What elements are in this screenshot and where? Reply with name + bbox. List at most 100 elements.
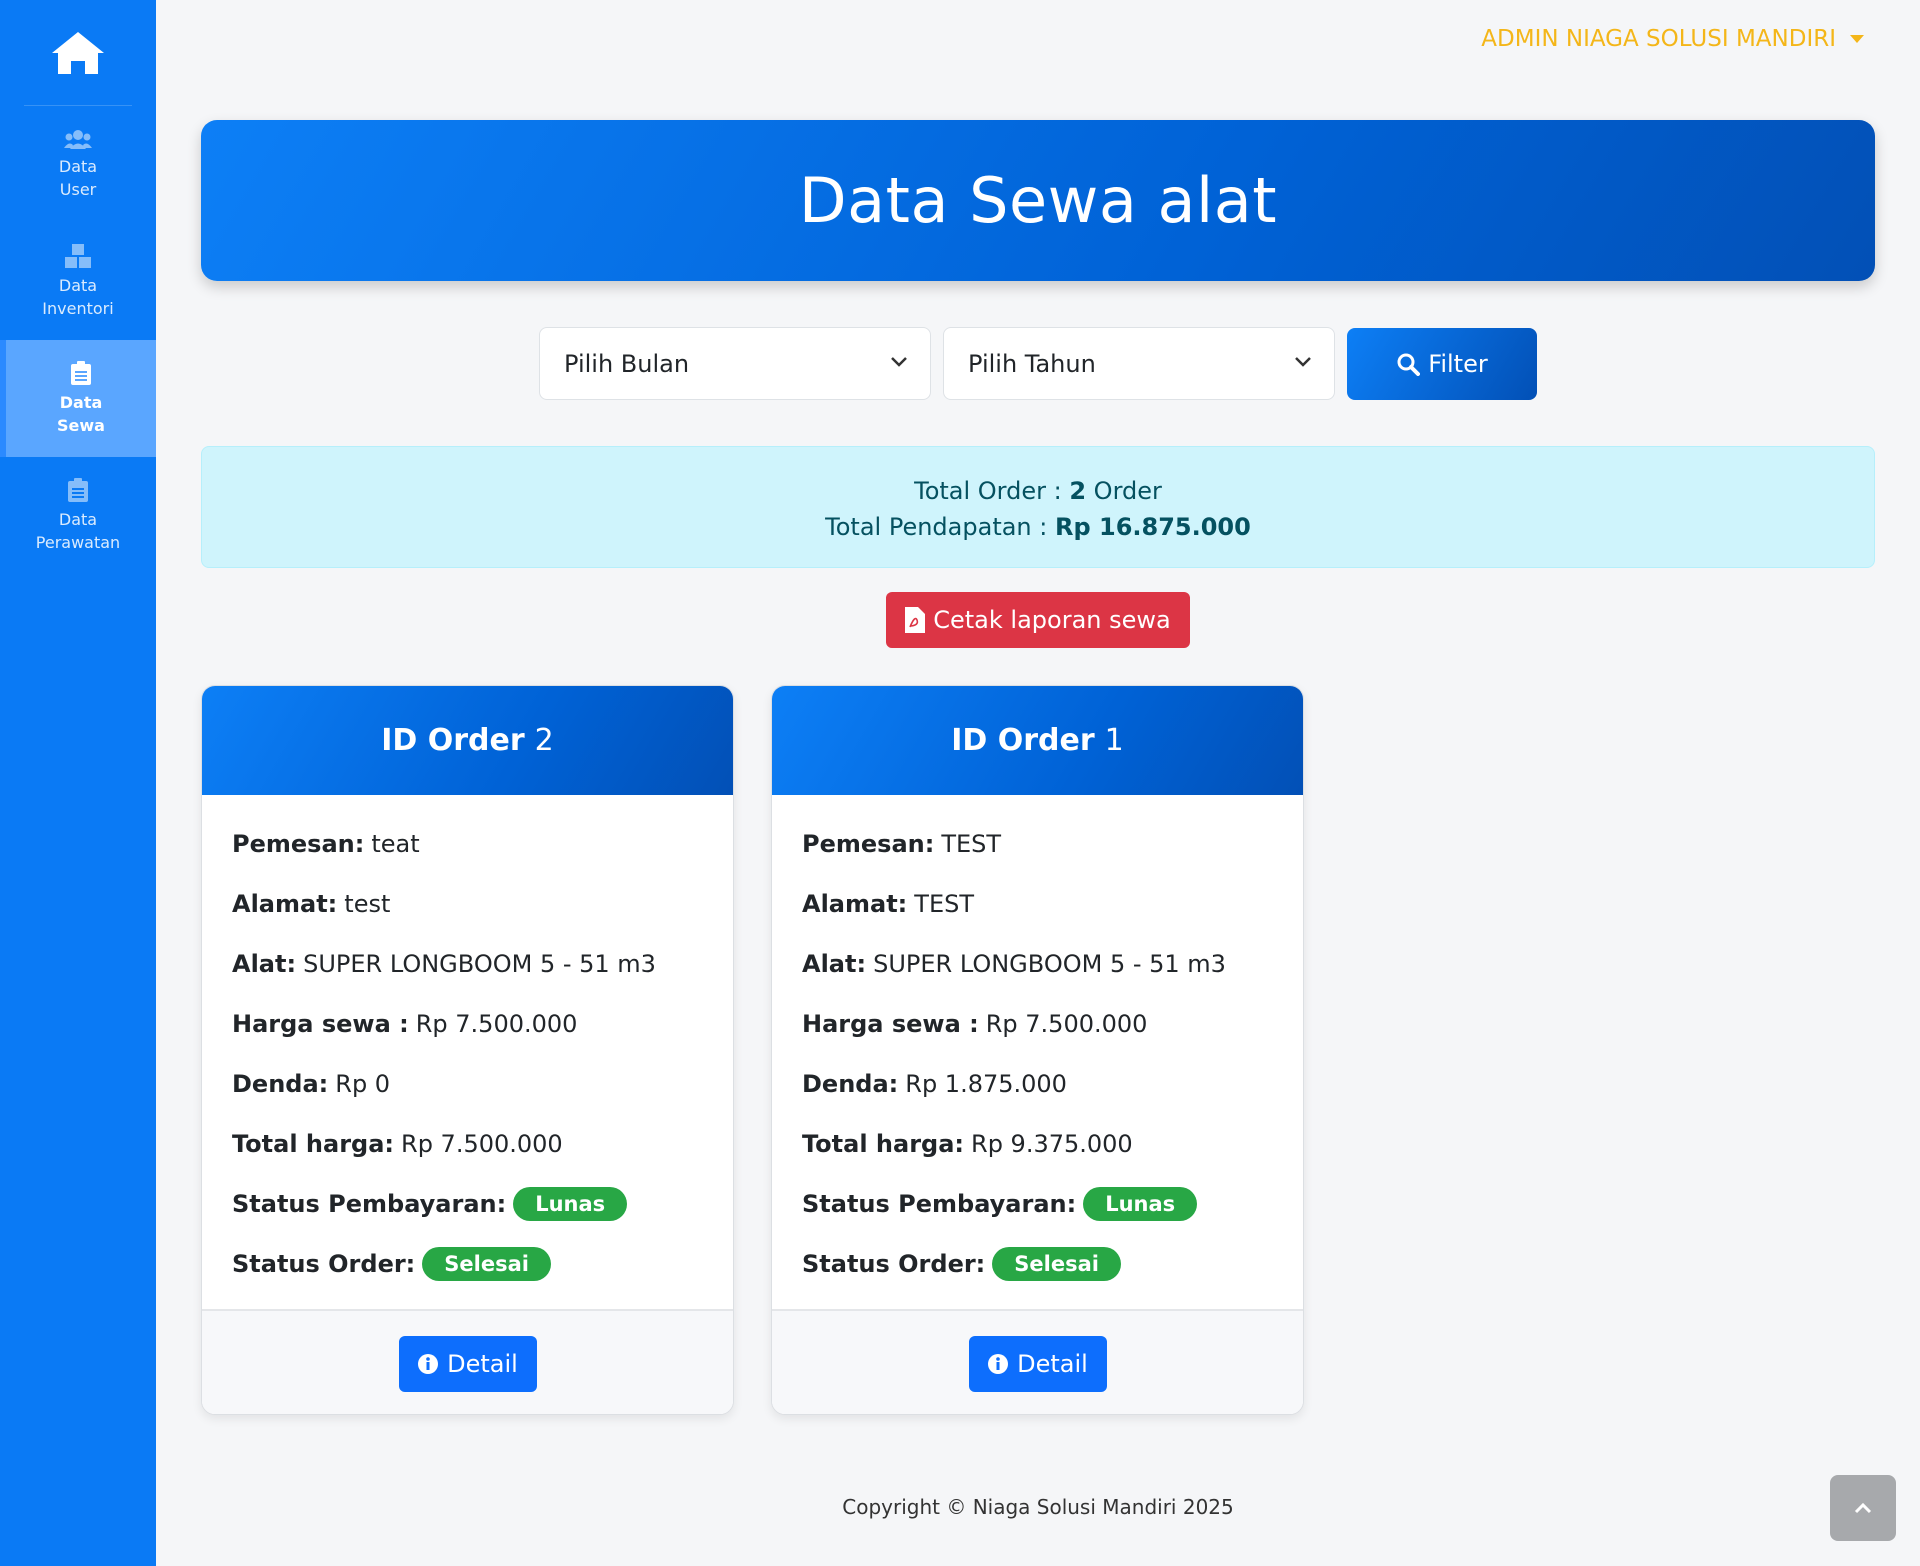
detail-button[interactable]: Detail xyxy=(398,1335,537,1392)
order-denda: Denda: Rp 0 xyxy=(232,1067,703,1101)
scroll-to-top-button[interactable] xyxy=(1830,1475,1896,1541)
chevron-down-icon xyxy=(1295,357,1311,367)
sidebar-item-data-perawatan[interactable]: Data Perawatan xyxy=(0,457,156,574)
filter-button[interactable]: Filter xyxy=(1347,328,1537,400)
field-label: Total harga: xyxy=(802,1130,965,1158)
detail-button-label: Detail xyxy=(447,1349,518,1378)
print-report-button[interactable]: Cetak laporan sewa xyxy=(886,592,1190,648)
page-title: Data Sewa alat xyxy=(798,164,1278,237)
field-label: Denda: xyxy=(802,1070,899,1098)
order-id-label: ID Order xyxy=(951,723,1095,758)
clipboard-icon xyxy=(68,477,88,502)
field-value: Rp 9.375.000 xyxy=(971,1130,1133,1158)
search-icon xyxy=(1397,353,1421,376)
order-card-footer: Detail xyxy=(202,1309,733,1414)
field-label: Harga sewa : xyxy=(232,1010,409,1038)
sidebar-item-label: Data xyxy=(58,509,98,529)
order-status-order: Status Order: Selesai xyxy=(232,1247,703,1281)
field-label: Alamat: xyxy=(802,890,908,918)
order-card: ID Order 2 Pemesan: teat Alamat: test Alat:… xyxy=(201,685,734,1415)
field-value: Rp 1.875.000 xyxy=(905,1070,1067,1098)
order-alamat: Alamat: test xyxy=(232,887,703,921)
field-value: teat xyxy=(371,830,420,858)
field-value: Rp 7.500.000 xyxy=(401,1130,563,1158)
field-value: Rp 7.500.000 xyxy=(415,1010,578,1038)
boxes-icon xyxy=(65,243,91,268)
field-value: SUPER LONGBOOM 5 - 51 m3 xyxy=(303,950,656,978)
user-dropdown[interactable]: ADMIN NIAGA SOLUSI MANDIRI xyxy=(1481,26,1864,52)
info-circle-icon xyxy=(988,1353,1009,1374)
file-pdf-icon xyxy=(905,607,926,633)
sidebar-item-label: Perawatan xyxy=(35,532,121,552)
order-card-body: Pemesan: TEST Alamat: TEST Alat: SUPER LONG… xyxy=(772,795,1303,1309)
order-status-bayar: Status Pembayaran: Lunas xyxy=(802,1187,1273,1221)
field-value: Rp 0 xyxy=(335,1070,391,1098)
info-circle-icon xyxy=(418,1353,439,1374)
order-alamat: Alamat: TEST xyxy=(802,887,1273,921)
caret-down-icon xyxy=(1850,35,1864,43)
order-total: Total harga: Rp 9.375.000 xyxy=(802,1127,1273,1161)
field-value: test xyxy=(344,890,391,918)
month-select[interactable]: Pilih Bulan xyxy=(539,327,931,400)
sidebar-item-label: Data xyxy=(59,392,103,412)
field-label: Alamat: xyxy=(232,890,338,918)
brand-home-link[interactable] xyxy=(24,0,132,106)
field-label: Denda: xyxy=(232,1070,329,1098)
footer-copyright: Copyright © Niaga Solusi Mandiri 2025 xyxy=(842,1495,1234,1519)
sidebar-item-data-sewa[interactable]: Data Sewa xyxy=(0,340,156,457)
home-icon xyxy=(52,31,104,74)
page-banner: Data Sewa alat xyxy=(201,120,1875,281)
field-label: Alat: xyxy=(802,950,867,978)
field-label: Status Order: xyxy=(802,1250,986,1278)
year-select[interactable]: Pilih Tahun xyxy=(943,327,1335,400)
order-card-footer: Detail xyxy=(772,1309,1303,1414)
total-order-label: Total Order : xyxy=(914,477,1070,505)
order-harga: Harga sewa : Rp 7.500.000 xyxy=(802,1007,1273,1041)
sidebar-item-label: Data xyxy=(58,156,98,176)
year-select-value: Pilih Tahun xyxy=(968,349,1096,378)
field-value: Rp 7.500.000 xyxy=(985,1010,1148,1038)
order-id-label: ID Order xyxy=(381,723,525,758)
print-report-label: Cetak laporan sewa xyxy=(933,606,1171,634)
total-income-line: Total Pendapatan : Rp 16.875.000 xyxy=(202,509,1874,545)
order-harga: Harga sewa : Rp 7.500.000 xyxy=(232,1007,703,1041)
user-name: ADMIN NIAGA SOLUSI MANDIRI xyxy=(1481,26,1836,52)
field-label: Status Order: xyxy=(232,1250,416,1278)
chevron-up-icon xyxy=(1854,1502,1872,1514)
field-label: Status Pembayaran: xyxy=(802,1190,1077,1218)
field-label: Harga sewa : xyxy=(802,1010,979,1038)
order-card: ID Order 1 Pemesan: TEST Alamat: TEST Alat:… xyxy=(771,685,1304,1415)
order-card-header: ID Order 1 xyxy=(772,686,1303,795)
chevron-down-icon xyxy=(891,357,907,367)
status-badge: Selesai xyxy=(992,1247,1121,1281)
field-label: Pemesan: xyxy=(802,830,935,858)
order-status-bayar: Status Pembayaran: Lunas xyxy=(232,1187,703,1221)
order-id-value: 1 xyxy=(1104,723,1124,758)
detail-button[interactable]: Detail xyxy=(968,1335,1107,1392)
sidebar-item-label: Inventori xyxy=(42,298,114,318)
order-card-body: Pemesan: teat Alamat: test Alat: SUPER LONG… xyxy=(202,795,733,1309)
month-select-value: Pilih Bulan xyxy=(564,349,690,378)
total-order-unit: Order xyxy=(1086,477,1162,505)
status-badge: Selesai xyxy=(422,1247,551,1281)
sidebar: Data User Data Inventori Data Sewa Data … xyxy=(0,0,156,1566)
sidebar-item-label: Data xyxy=(58,275,98,295)
total-income-label: Total Pendapatan : xyxy=(825,513,1055,541)
sidebar-item-data-user[interactable]: Data User xyxy=(0,106,156,223)
status-badge: Lunas xyxy=(513,1187,628,1221)
field-value: TEST xyxy=(941,830,1002,858)
sidebar-item-data-inventori[interactable]: Data Inventori xyxy=(0,223,156,340)
order-pemesan: Pemesan: teat xyxy=(232,827,703,861)
status-badge: Lunas xyxy=(1083,1187,1198,1221)
order-alat: Alat: SUPER LONGBOOM 5 - 51 m3 xyxy=(232,947,703,981)
total-income-value: Rp 16.875.000 xyxy=(1054,513,1251,541)
total-order-line: Total Order : 2 Order xyxy=(202,473,1874,509)
sidebar-item-label: Sewa xyxy=(57,415,105,435)
order-card-header: ID Order 2 xyxy=(202,686,733,795)
field-value: SUPER LONGBOOM 5 - 51 m3 xyxy=(873,950,1226,978)
field-label: Pemesan: xyxy=(232,830,365,858)
order-status-order: Status Order: Selesai xyxy=(802,1247,1273,1281)
field-label: Status Pembayaran: xyxy=(232,1190,507,1218)
order-id-value: 2 xyxy=(534,723,554,758)
total-order-count: 2 xyxy=(1069,477,1087,505)
